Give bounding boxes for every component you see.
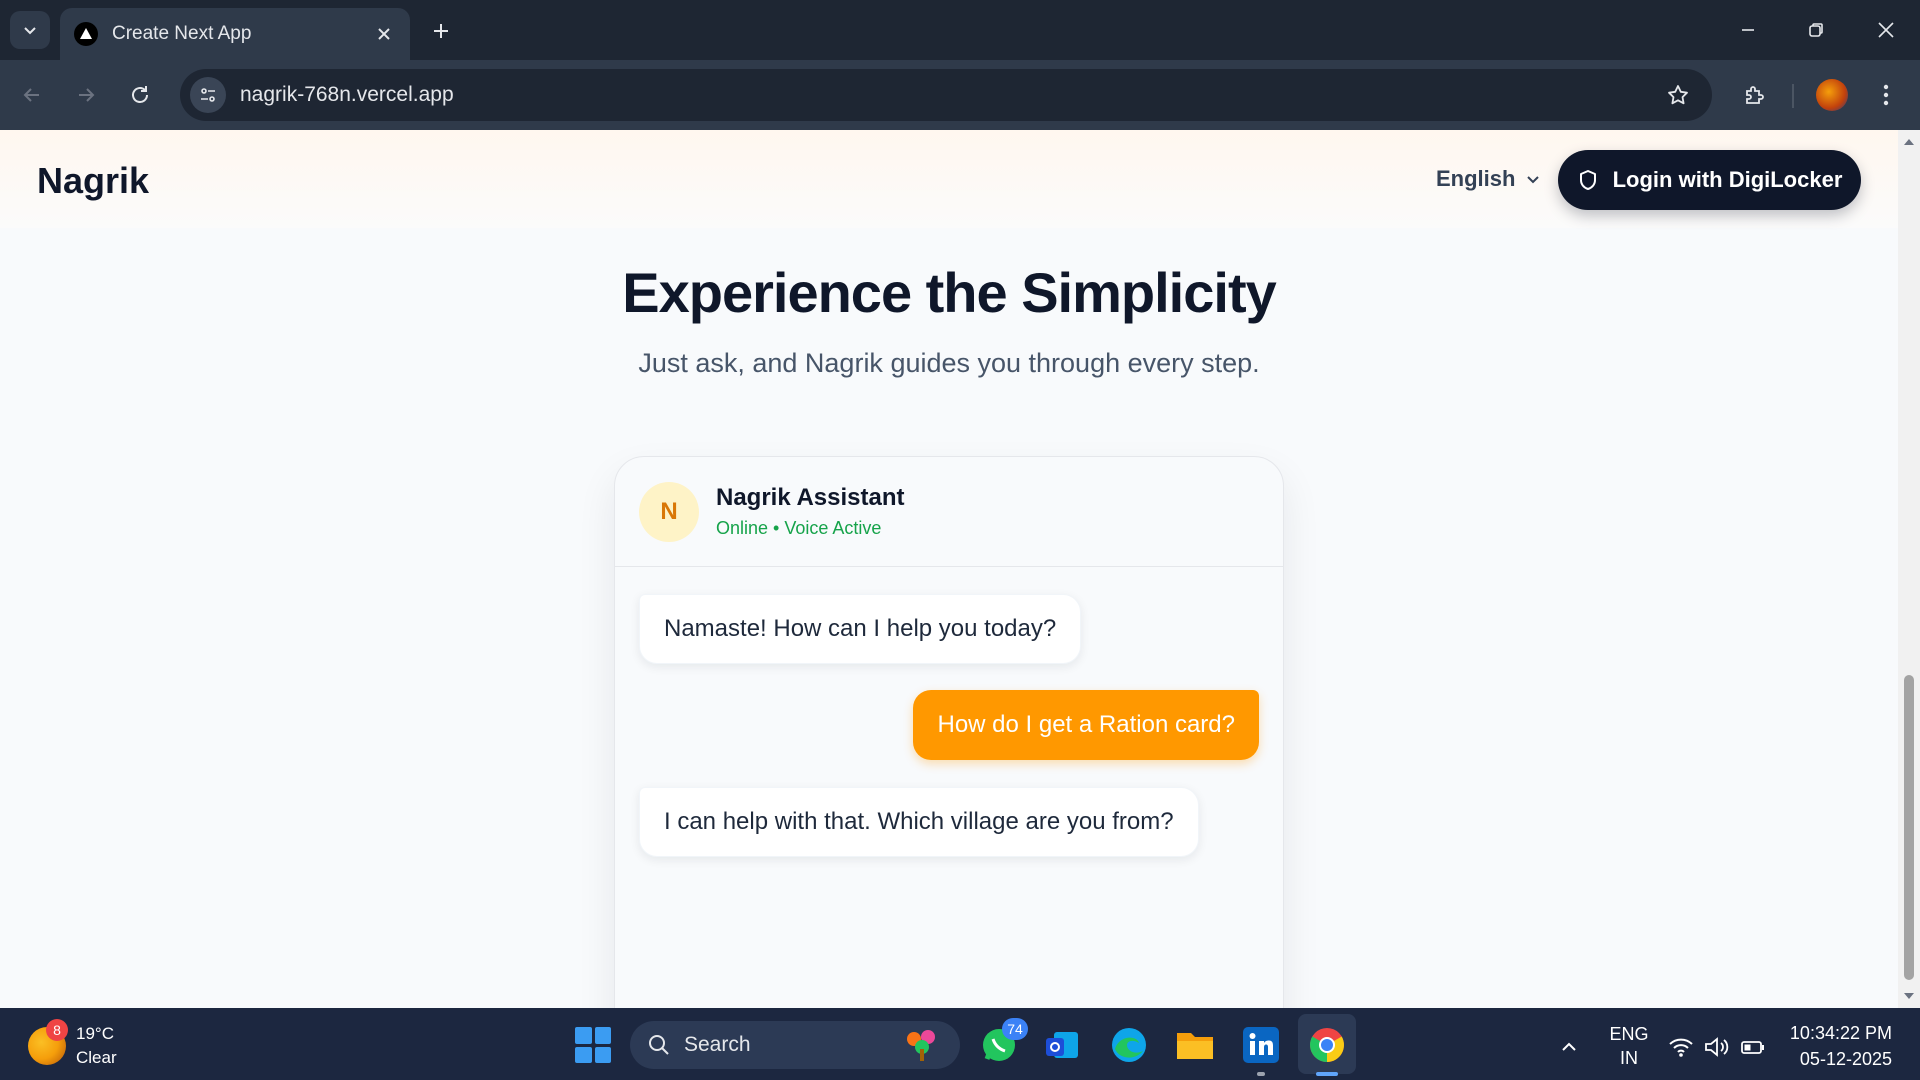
- windows-start-icon[interactable]: [575, 1027, 611, 1063]
- bookmark-star-icon[interactable]: [1658, 75, 1698, 115]
- minimize-icon: [1742, 29, 1754, 31]
- page-viewport: Nagrik English Login with DigiLocker Exp…: [0, 130, 1898, 1008]
- restore-icon: [1809, 23, 1823, 37]
- brand-logo[interactable]: Nagrik: [37, 160, 149, 202]
- chevron-down-icon: [24, 27, 36, 35]
- profile-avatar[interactable]: [1816, 79, 1848, 111]
- assistant-name: Nagrik Assistant: [716, 484, 905, 511]
- tab-search-button[interactable]: [10, 11, 50, 49]
- battery-icon[interactable]: [1736, 1026, 1770, 1068]
- plus-icon: [434, 24, 448, 38]
- language-selector[interactable]: English: [1436, 166, 1541, 192]
- whatsapp-badge: 74: [1002, 1018, 1028, 1040]
- windows-taskbar: 8 19°C Clear Search 74 ENG IN 10:34:22 P…: [0, 1008, 1920, 1080]
- tab-close-icon[interactable]: [372, 22, 396, 46]
- shield-icon: [1579, 170, 1596, 190]
- moon-weather-icon: 8: [28, 1019, 68, 1065]
- close-icon: [1878, 22, 1894, 38]
- chat-message-bot: I can help with that. Which village are …: [639, 787, 1199, 857]
- login-label: Login with DigiLocker: [1612, 167, 1843, 192]
- site-info-icon[interactable]: [190, 77, 226, 113]
- url-text[interactable]: nagrik-768n.vercel.app: [240, 83, 1658, 107]
- active-app-indicator: [1316, 1072, 1338, 1076]
- toolbar-divider: [1792, 84, 1794, 108]
- chevron-down-icon: [1527, 176, 1540, 184]
- more-vertical-icon: [1883, 84, 1889, 106]
- tray-overflow-chevron-icon[interactable]: [1548, 1026, 1590, 1068]
- new-tab-button[interactable]: [424, 14, 458, 48]
- wifi-icon[interactable]: [1664, 1026, 1698, 1068]
- chat-message-bot: Namaste! How can I help you today?: [639, 594, 1082, 664]
- restore-button[interactable]: [1792, 10, 1840, 50]
- chrome-icon[interactable]: [1306, 1024, 1348, 1066]
- forward-button[interactable]: [68, 77, 104, 113]
- whatsapp-icon[interactable]: 74: [978, 1018, 1028, 1066]
- chat-message-user: How do I get a Ration card?: [913, 690, 1259, 760]
- search-icon: [649, 1035, 669, 1055]
- language-label: English: [1436, 166, 1516, 191]
- address-bar[interactable]: nagrik-768n.vercel.app: [180, 69, 1712, 121]
- scroll-thumb[interactable]: [1904, 675, 1914, 980]
- hero-subtitle: Just ask, and Nagrik guides you through …: [638, 348, 1260, 378]
- weather-condition: Clear: [76, 1048, 117, 1067]
- browser-tab[interactable]: Create Next App: [60, 8, 410, 60]
- close-window-button[interactable]: [1862, 10, 1910, 50]
- search-highlight-icon: [907, 1030, 935, 1061]
- linkedin-icon[interactable]: [1240, 1024, 1282, 1076]
- tab-title: Create Next App: [112, 23, 252, 44]
- nextjs-favicon-icon: [74, 22, 98, 46]
- minimize-button[interactable]: [1724, 10, 1772, 50]
- search-placeholder: Search: [684, 1033, 751, 1056]
- input-language-indicator[interactable]: ENG IN: [1604, 1022, 1654, 1070]
- arrow-right-icon: [79, 88, 95, 102]
- weather-badge: 8: [46, 1019, 68, 1041]
- login-digilocker-button[interactable]: Login with DigiLocker: [1558, 150, 1861, 210]
- site-header: Nagrik English Login with DigiLocker: [0, 130, 1898, 228]
- assistant-avatar: N: [639, 481, 699, 542]
- page-scrollbar[interactable]: [1898, 130, 1920, 1008]
- chat-header: N Nagrik Assistant Online • Voice Active: [615, 457, 1283, 567]
- reload-button[interactable]: [122, 77, 158, 113]
- puzzle-icon: [1746, 86, 1764, 104]
- browser-toolbar: nagrik-768n.vercel.app: [0, 60, 1920, 130]
- lang-line1: ENG: [1609, 1024, 1649, 1044]
- assistant-status: Online • Voice Active: [716, 518, 882, 538]
- browser-menu-button[interactable]: [1868, 77, 1904, 113]
- arrow-left-icon: [23, 88, 39, 102]
- file-explorer-icon[interactable]: [1174, 1024, 1216, 1066]
- reload-icon: [132, 86, 148, 103]
- clock-time: 10:34:22 PM: [1789, 1023, 1892, 1043]
- taskbar-search[interactable]: Search: [630, 1021, 960, 1069]
- running-indicator: [1257, 1072, 1265, 1076]
- extensions-button[interactable]: [1736, 77, 1772, 113]
- edge-browser-icon[interactable]: [1108, 1024, 1150, 1066]
- hero-title: Experience the Simplicity: [622, 261, 1276, 324]
- weather-widget[interactable]: 8 19°C Clear: [28, 1019, 117, 1070]
- back-button[interactable]: [14, 77, 50, 113]
- chat-preview-card: N Nagrik Assistant Online • Voice Active…: [614, 456, 1284, 1008]
- browser-tab-bar: Create Next App: [0, 0, 1920, 60]
- outlook-icon[interactable]: [1042, 1024, 1084, 1066]
- scroll-up-icon[interactable]: [1903, 136, 1915, 148]
- lang-line2: IN: [1620, 1048, 1638, 1068]
- scroll-down-icon[interactable]: [1903, 990, 1915, 1002]
- taskbar-clock[interactable]: 10:34:22 PM 05-12-2025: [1780, 1020, 1892, 1072]
- temperature: 19°C: [76, 1024, 114, 1043]
- volume-icon[interactable]: [1700, 1026, 1734, 1068]
- clock-date: 05-12-2025: [1799, 1049, 1892, 1069]
